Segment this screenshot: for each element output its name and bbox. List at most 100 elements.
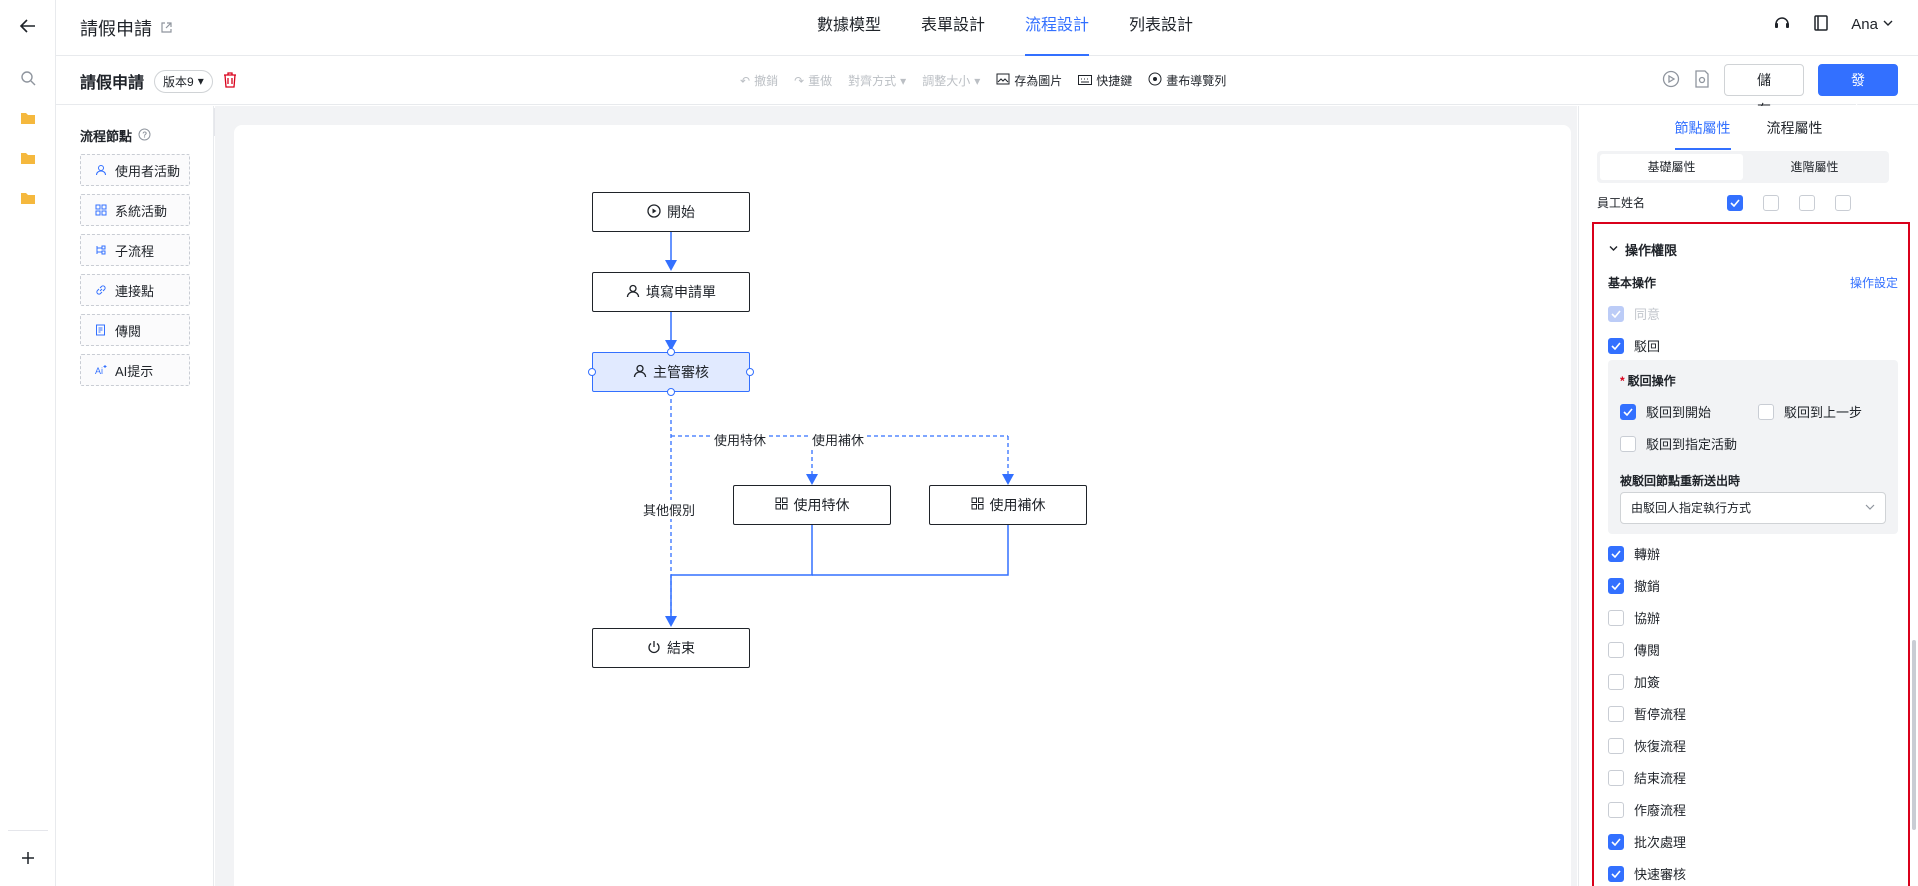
play-icon[interactable] bbox=[1662, 70, 1680, 91]
publish-button[interactable]: 發 布 bbox=[1818, 64, 1898, 118]
connection-handle[interactable] bbox=[667, 388, 675, 396]
caret-down-icon: ▾ bbox=[900, 73, 907, 88]
palette-item-subflow[interactable]: 子流程 bbox=[80, 234, 190, 266]
redo-button[interactable]: ↷ 重做 bbox=[794, 72, 832, 89]
undo-button[interactable]: ↶ 撤銷 bbox=[740, 72, 778, 89]
operation-option[interactable]: 作廢流程 bbox=[1608, 800, 1686, 819]
palette-item-connector[interactable]: 連接點 bbox=[80, 274, 190, 306]
node-manager-review[interactable]: 主管審核 bbox=[592, 352, 750, 392]
checkbox[interactable] bbox=[1608, 577, 1624, 594]
connection-handle[interactable] bbox=[588, 368, 596, 376]
node-label: 填寫申請單 bbox=[646, 284, 716, 300]
operation-option[interactable]: 快速審核 bbox=[1608, 864, 1686, 883]
node-use-special-leave[interactable]: 使用特休 bbox=[733, 485, 891, 525]
flow-canvas[interactable] bbox=[234, 125, 1571, 886]
checkbox[interactable] bbox=[1608, 673, 1624, 690]
chevron-down-icon bbox=[1608, 242, 1619, 257]
folder-icon[interactable] bbox=[18, 108, 38, 128]
palette-item-ai-prompt[interactable]: Ai AI提示 bbox=[80, 354, 190, 386]
trash-icon[interactable] bbox=[223, 71, 237, 91]
book-icon[interactable] bbox=[1813, 14, 1829, 35]
checkbox[interactable] bbox=[1608, 737, 1624, 754]
palette-title-label: 流程節點 bbox=[80, 129, 133, 144]
plus-icon[interactable] bbox=[18, 848, 38, 868]
panel-scrollbar[interactable] bbox=[1912, 640, 1916, 830]
checkbox[interactable] bbox=[1608, 705, 1624, 722]
checkbox[interactable] bbox=[1727, 194, 1743, 211]
folder-icon[interactable] bbox=[18, 188, 38, 208]
seg-basic[interactable]: 基礎屬性 bbox=[1600, 154, 1743, 180]
checkbox[interactable] bbox=[1608, 337, 1624, 354]
search-icon[interactable] bbox=[18, 68, 38, 88]
operation-option[interactable]: 撤銷 bbox=[1608, 576, 1660, 595]
palette-item-user-activity[interactable]: 使用者活動 bbox=[80, 154, 190, 186]
node-fill-application[interactable]: 填寫申請單 bbox=[592, 272, 750, 312]
back-arrow-icon[interactable] bbox=[18, 16, 38, 36]
checkbox[interactable] bbox=[1758, 403, 1774, 420]
svg-text:?: ? bbox=[142, 130, 147, 139]
checkbox[interactable] bbox=[1608, 641, 1624, 658]
operation-option[interactable]: 暫停流程 bbox=[1608, 704, 1686, 723]
reject-option[interactable]: 駁回 bbox=[1608, 336, 1660, 355]
save-image-button[interactable]: 存為圖片 bbox=[996, 72, 1062, 89]
op-settings-link[interactable]: 操作設定 bbox=[1850, 274, 1898, 291]
operation-option[interactable]: 批次處理 bbox=[1608, 832, 1686, 851]
checkbox[interactable] bbox=[1835, 194, 1851, 211]
tab-node-properties[interactable]: 節點屬性 bbox=[1674, 106, 1731, 150]
connection-handle[interactable] bbox=[746, 368, 754, 376]
resize-dropdown[interactable]: 調整大小 ▾ bbox=[922, 72, 980, 89]
nav-list-button[interactable]: 畫布導覽列 bbox=[1148, 72, 1226, 89]
checkbox[interactable] bbox=[1620, 403, 1636, 420]
checkbox[interactable] bbox=[1608, 545, 1624, 562]
checkbox[interactable] bbox=[1799, 194, 1815, 211]
seg-advanced[interactable]: 進階屬性 bbox=[1743, 154, 1886, 180]
section-header[interactable]: 操作權限 bbox=[1608, 240, 1677, 259]
preview-icon[interactable] bbox=[1694, 69, 1710, 91]
support-icon[interactable] bbox=[1773, 14, 1791, 35]
ai-icon: Ai bbox=[95, 364, 107, 376]
operation-option[interactable]: 轉辦 bbox=[1608, 544, 1660, 563]
version-select[interactable]: 版本9 ▾ bbox=[154, 69, 213, 93]
tab-data-model[interactable]: 數據模型 bbox=[797, 0, 901, 56]
operation-option[interactable]: 傳閱 bbox=[1608, 640, 1660, 659]
node-use-comp-leave[interactable]: 使用補休 bbox=[929, 485, 1087, 525]
save-button[interactable]: 儲 存 bbox=[1724, 64, 1804, 118]
checkbox[interactable] bbox=[1608, 833, 1624, 850]
user-menu[interactable]: Ana bbox=[1851, 16, 1894, 33]
reject-to-prev-option[interactable]: 駁回到上一步 bbox=[1758, 402, 1862, 421]
shortcuts-button[interactable]: 快捷鍵 bbox=[1078, 72, 1132, 89]
palette-item-label: 系統活動 bbox=[115, 203, 168, 219]
palette-item-circulate[interactable]: 傳閱 bbox=[80, 314, 190, 346]
checkbox[interactable] bbox=[1620, 435, 1636, 452]
operation-option[interactable]: 結束流程 bbox=[1608, 768, 1686, 787]
connection-handle[interactable] bbox=[667, 348, 675, 356]
tab-list-design[interactable]: 列表設計 bbox=[1109, 0, 1213, 56]
checkbox[interactable] bbox=[1608, 865, 1624, 882]
checkbox[interactable] bbox=[1608, 769, 1624, 786]
editor-toolbar: 請假申請 版本9 ▾ ↶ 撤銷 ↷ 重做 對齊方式 ▾ 調整大小 ▾ 存為圖片 … bbox=[56, 57, 1918, 118]
node-start[interactable]: 開始 bbox=[592, 192, 750, 232]
palette-item-system-activity[interactable]: 系統活動 bbox=[80, 194, 190, 226]
operation-option[interactable]: 協辦 bbox=[1608, 608, 1660, 627]
checkbox[interactable] bbox=[1763, 194, 1779, 211]
tab-flow-design[interactable]: 流程設計 bbox=[1005, 0, 1109, 56]
resubmit-select[interactable]: 由駁回人指定執行方式 bbox=[1620, 492, 1886, 524]
option-label: 轉辦 bbox=[1634, 547, 1661, 562]
align-dropdown[interactable]: 對齊方式 ▾ bbox=[848, 72, 906, 89]
operation-option[interactable]: 恢復流程 bbox=[1608, 736, 1686, 755]
folder-icon[interactable] bbox=[18, 148, 38, 168]
operation-option[interactable]: 加簽 bbox=[1608, 672, 1660, 691]
caret-down-icon: ▾ bbox=[974, 73, 981, 88]
checkbox[interactable] bbox=[1608, 801, 1624, 818]
top-right-actions: Ana bbox=[1773, 14, 1894, 35]
external-link-icon[interactable] bbox=[160, 18, 173, 39]
help-icon[interactable]: ? bbox=[138, 128, 151, 144]
reject-to-start-option[interactable]: 駁回到開始 bbox=[1620, 402, 1711, 421]
option-label: 加簽 bbox=[1634, 675, 1661, 690]
tab-flow-properties[interactable]: 流程屬性 bbox=[1767, 106, 1823, 150]
reject-to-activity-option[interactable]: 駁回到指定活動 bbox=[1620, 434, 1737, 453]
tab-form-design[interactable]: 表單設計 bbox=[901, 0, 1005, 56]
option-label: 作廢流程 bbox=[1634, 803, 1687, 818]
checkbox[interactable] bbox=[1608, 609, 1624, 626]
node-end[interactable]: 結束 bbox=[592, 628, 750, 668]
